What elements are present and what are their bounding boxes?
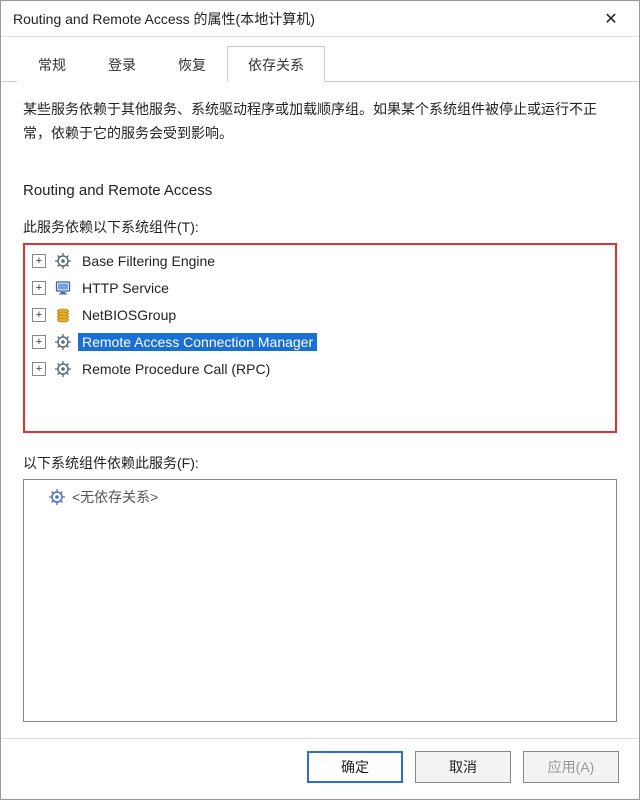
expand-icon[interactable]: + <box>32 281 46 295</box>
tab-dependencies[interactable]: 依存关系 <box>227 46 325 82</box>
required-by-listbox[interactable]: <无依存关系> <box>23 479 617 722</box>
properties-dialog: Routing and Remote Access 的属性(本地计算机) ✕ 常… <box>0 0 640 800</box>
tree-item: <无依存关系> <box>26 484 614 510</box>
required-by-label: 以下系统组件依赖此服务(F): <box>23 453 617 473</box>
monitor-icon <box>54 279 72 297</box>
no-dependencies-label: <无依存关系> <box>72 487 158 507</box>
cancel-button[interactable]: 取消 <box>415 751 511 783</box>
stack-icon <box>54 306 72 324</box>
gear-icon <box>54 360 72 378</box>
gear-icon <box>48 488 66 506</box>
tree-item[interactable]: + HTTP Service <box>26 275 614 302</box>
tab-strip: 常规 登录 恢复 依存关系 <box>1 37 639 82</box>
gear-icon <box>54 333 72 351</box>
tree-item-label: Remote Access Connection Manager <box>78 333 317 351</box>
tree-item[interactable]: + Base Filtering Engine <box>26 248 614 275</box>
ok-button[interactable]: 确定 <box>307 751 403 783</box>
tree-item-label: Remote Procedure Call (RPC) <box>78 360 274 378</box>
description-text: 某些服务依赖于其他服务、系统驱动程序或加载顺序组。如果某个系统组件被停止或运行不… <box>23 98 617 146</box>
tree-item-label: NetBIOSGroup <box>78 306 180 324</box>
expand-icon[interactable]: + <box>32 335 46 349</box>
expand-icon[interactable]: + <box>32 254 46 268</box>
window-title: Routing and Remote Access 的属性(本地计算机) <box>13 9 591 29</box>
expand-icon[interactable]: + <box>32 362 46 376</box>
titlebar: Routing and Remote Access 的属性(本地计算机) ✕ <box>1 1 639 37</box>
tab-general[interactable]: 常规 <box>17 46 87 82</box>
tree-item[interactable]: + Remote Procedure Call (RPC) <box>26 356 614 383</box>
depends-on-label: 此服务依赖以下系统组件(T): <box>23 217 617 237</box>
tree-item-label: Base Filtering Engine <box>78 252 219 270</box>
tree-item[interactable]: + NetBIOSGroup <box>26 302 614 329</box>
tab-logon[interactable]: 登录 <box>87 46 157 82</box>
apply-button: 应用(A) <box>523 751 619 783</box>
close-button[interactable]: ✕ <box>591 4 631 34</box>
tab-recovery[interactable]: 恢复 <box>157 46 227 82</box>
tree-item[interactable]: + Remote Access Connection Manager <box>26 329 614 356</box>
tab-content: 某些服务依赖于其他服务、系统驱动程序或加载顺序组。如果某个系统组件被停止或运行不… <box>1 82 639 738</box>
dialog-buttons: 确定 取消 应用(A) <box>1 738 639 799</box>
depends-on-listbox[interactable]: + Base Filtering Engine + HTTP Service +… <box>23 243 617 433</box>
expand-icon[interactable]: + <box>32 308 46 322</box>
tree-item-label: HTTP Service <box>78 279 173 297</box>
service-name-heading: Routing and Remote Access <box>23 182 617 199</box>
close-icon: ✕ <box>604 9 617 29</box>
gear-icon <box>54 252 72 270</box>
